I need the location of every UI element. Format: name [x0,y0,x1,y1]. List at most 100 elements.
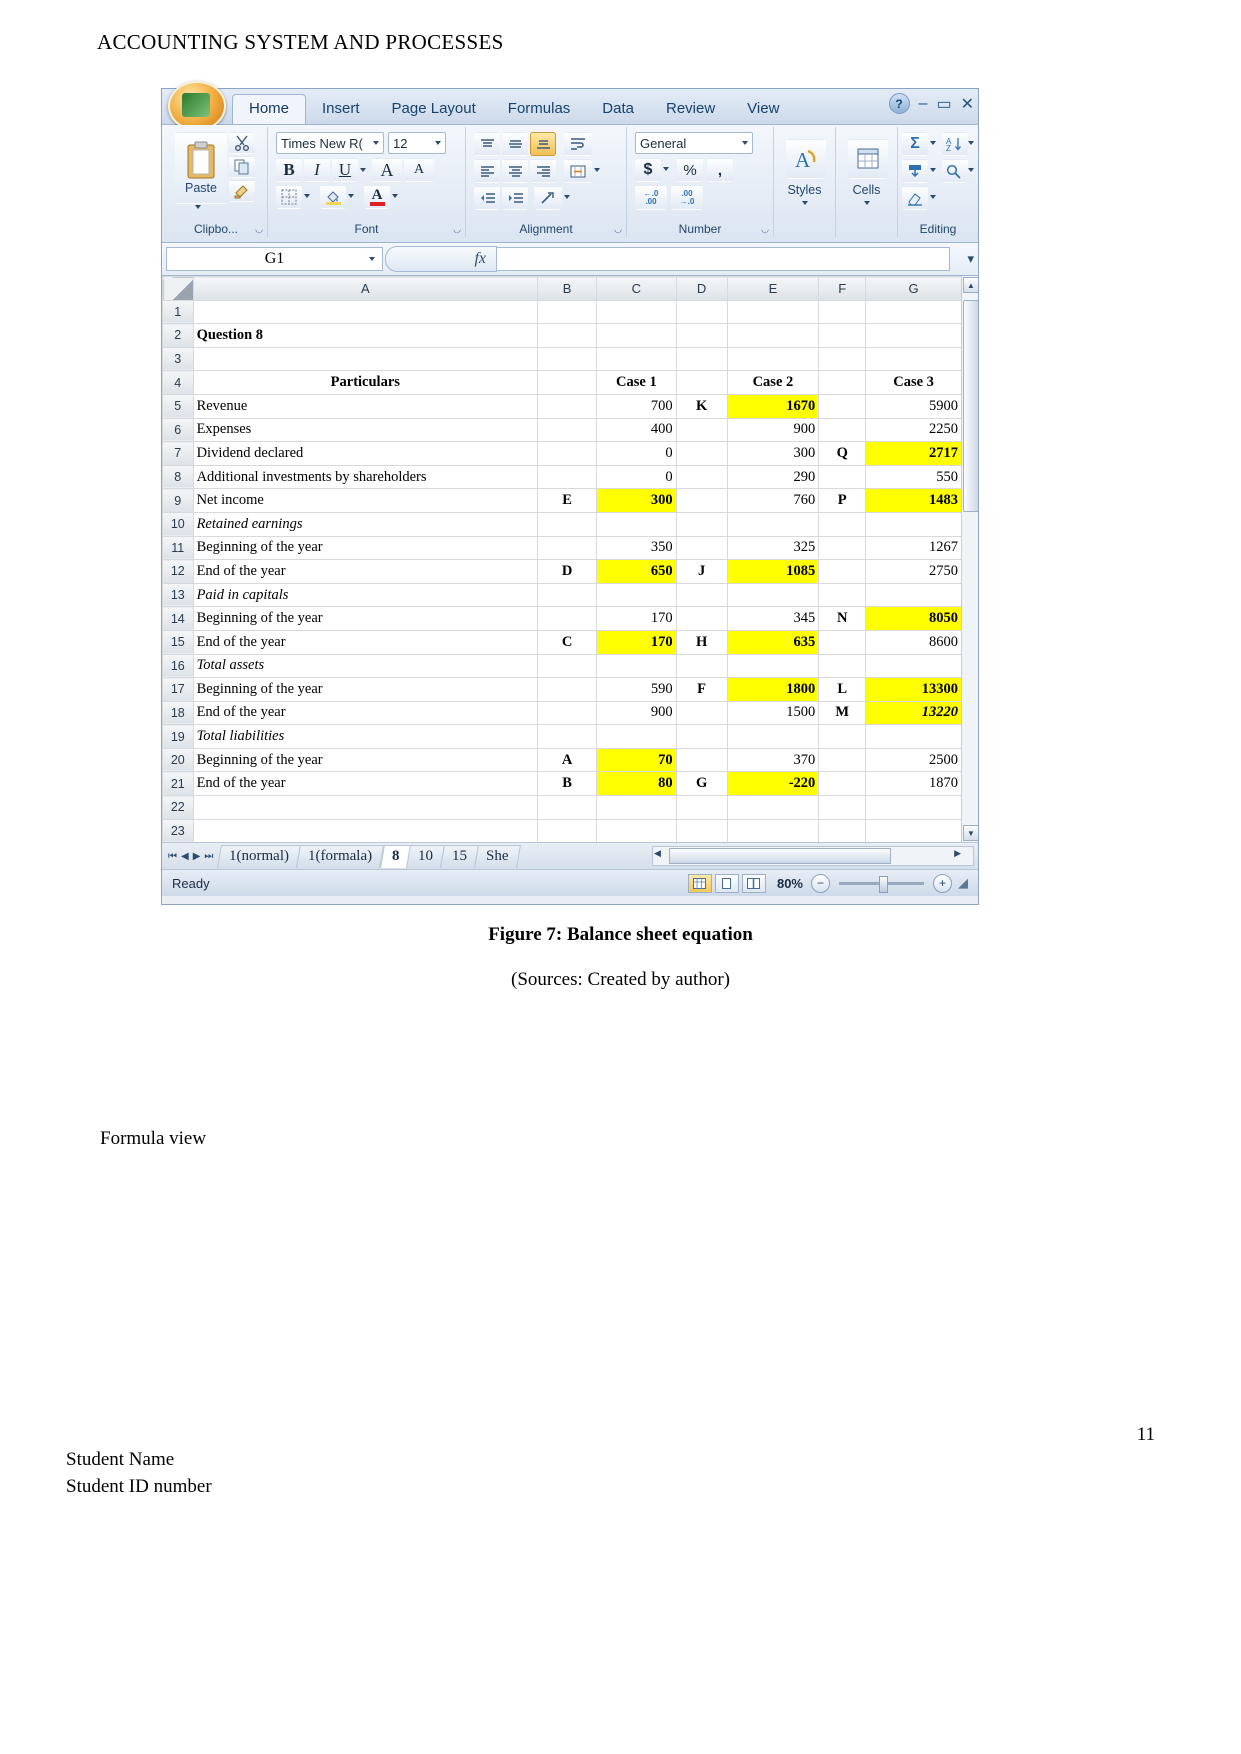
cell[interactable]: 0 [596,464,677,490]
alignment-dialog-launcher-icon[interactable]: ◡ [614,224,622,235]
row-header[interactable]: 11 [162,535,194,561]
find-select-button[interactable] [942,159,968,183]
cell[interactable]: End of the year [192,629,539,655]
cell[interactable]: 900 [596,700,677,726]
paste-button[interactable]: Paste [175,132,227,204]
ribbon-tab-home[interactable]: Home [232,94,307,124]
column-header-c[interactable]: C [596,276,677,301]
cut-button[interactable] [229,132,255,154]
cell[interactable]: 170 [596,629,677,655]
row-header[interactable]: 18 [162,700,194,726]
cell[interactable]: 1483 [865,488,962,513]
cell[interactable] [596,653,677,679]
row-header[interactable]: 10 [162,511,194,537]
cell[interactable]: 1085 [726,559,820,584]
cell[interactable]: 170 [596,606,677,631]
help-icon[interactable]: ? [888,93,910,114]
cell[interactable] [537,818,598,842]
cell[interactable] [818,771,867,797]
cell[interactable]: 8600 [865,629,962,655]
cell[interactable]: 650 [596,559,677,584]
clear-dropdown-icon[interactable] [930,195,936,199]
cell[interactable]: 5900 [865,393,962,419]
column-header-f[interactable]: F [818,276,867,301]
cell[interactable] [818,417,867,443]
cell[interactable] [596,582,677,608]
cell[interactable]: Dividend declared [192,441,539,466]
cell[interactable]: 590 [596,677,677,702]
cell[interactable] [818,535,867,561]
cell[interactable] [726,818,820,842]
cell[interactable] [726,511,820,537]
cell[interactable]: Particulars [192,370,539,395]
cell[interactable] [865,724,962,749]
vertical-scroll-thumb[interactable] [963,300,978,512]
cell[interactable] [675,511,728,537]
autosum-dropdown-icon[interactable] [930,141,936,145]
cell[interactable]: C [537,629,598,655]
cell[interactable] [192,818,539,842]
prev-sheet-icon[interactable]: ◀ [181,851,189,862]
styles-button[interactable]: A [786,139,826,179]
cell[interactable] [675,323,728,348]
font-dialog-launcher-icon[interactable]: ◡ [453,224,461,235]
row-header[interactable]: 20 [162,747,194,773]
column-header-g[interactable]: G [865,276,962,301]
horizontal-scrollbar[interactable]: ◀ ▶ [652,846,974,866]
cell[interactable] [865,653,962,679]
cell[interactable] [537,653,598,679]
number-dialog-launcher-icon[interactable]: ◡ [761,224,769,235]
sheet-tab-15[interactable]: 15 [440,844,480,868]
cell[interactable] [818,559,867,584]
paste-dropdown-icon[interactable] [195,205,201,209]
row-header[interactable]: 8 [162,464,194,490]
row-header[interactable]: 16 [162,653,194,679]
cell[interactable] [865,299,962,325]
page-layout-view-button[interactable] [714,873,739,893]
cell[interactable] [726,582,820,608]
cell[interactable] [675,724,728,749]
cell[interactable] [675,582,728,608]
font-name-dropdown-icon[interactable] [373,141,379,145]
cell[interactable] [818,393,867,419]
align-left-button[interactable] [474,159,500,183]
restore-icon[interactable]: ▭ [936,94,951,114]
cell[interactable] [537,582,598,608]
wrap-text-button[interactable] [564,132,592,156]
cell[interactable] [675,700,728,726]
sheet-tab-she[interactable]: She [474,844,521,868]
grow-font-button[interactable]: A [372,158,402,182]
cell[interactable]: P [818,488,867,513]
cell[interactable]: 400 [596,417,677,443]
next-sheet-icon[interactable]: ▶ [193,851,201,862]
cell[interactable] [818,629,867,655]
cell[interactable] [675,299,728,325]
merge-cells-button[interactable] [564,159,592,183]
sort-filter-dropdown-icon[interactable] [968,141,974,145]
row-header[interactable]: 17 [162,677,194,702]
cell[interactable] [537,700,598,726]
orientation-button[interactable] [534,186,562,210]
cell[interactable] [537,323,598,348]
ribbon-tab-data[interactable]: Data [586,95,650,124]
orientation-dropdown-icon[interactable] [564,195,570,199]
cell[interactable]: 550 [865,464,962,490]
cell[interactable]: Revenue [192,393,539,419]
cell[interactable] [596,346,677,372]
row-header[interactable]: 4 [162,370,194,395]
cell[interactable]: 300 [726,441,820,466]
cell[interactable] [726,795,820,820]
cell[interactable]: 1670 [726,393,820,419]
cell[interactable] [537,299,598,325]
ribbon-tab-insert[interactable]: Insert [306,95,376,124]
cell[interactable] [818,724,867,749]
cell[interactable]: Total liabilities [192,724,539,749]
cell[interactable] [818,346,867,372]
office-orb-icon[interactable] [168,81,226,131]
row-header[interactable]: 1 [162,299,194,325]
cell[interactable] [537,370,598,395]
cell[interactable] [726,724,820,749]
cell[interactable]: 70 [596,747,677,773]
align-right-button[interactable] [530,159,556,183]
cell[interactable] [675,653,728,679]
